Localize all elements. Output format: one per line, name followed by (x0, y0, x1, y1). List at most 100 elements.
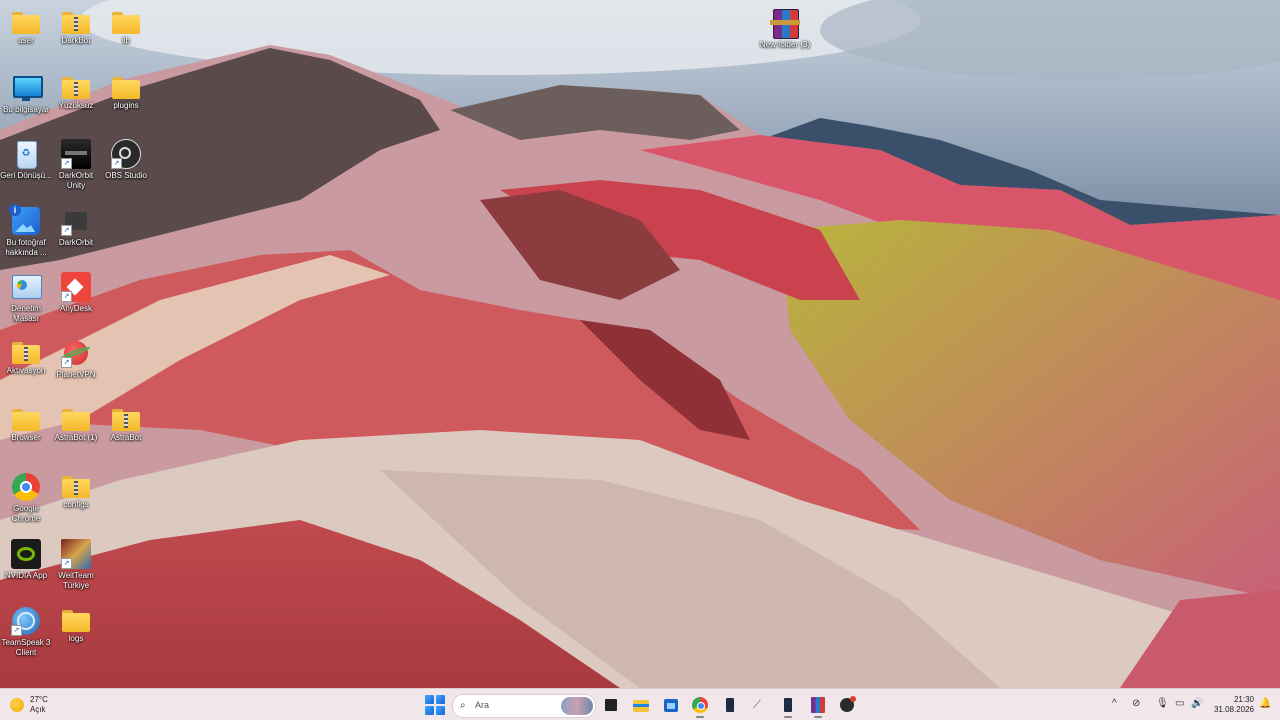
desktop-icon-control-panel[interactable]: Denetim Masası (0, 272, 52, 324)
desktop-icon-darkorbit-unity[interactable]: ↗ DarkOrbit Unity (50, 139, 102, 191)
search-placeholder: Ara (475, 700, 490, 710)
desktop-wallpaper (0, 0, 1280, 688)
desktop-icon-nvidia-app[interactable]: NVIDIA App (0, 539, 52, 581)
desktop-icon-new-folder-3[interactable]: New folder (3) (759, 8, 811, 50)
folder-icon (62, 409, 90, 431)
darkorbit-icon: ↗ (61, 139, 91, 169)
clock-time: 21:30 (1233, 695, 1254, 704)
clock[interactable]: 21:30 31.08.2026 (1208, 695, 1254, 715)
weather-widget[interactable]: 27°C Açık (10, 694, 48, 716)
windows-logo-icon (436, 695, 445, 704)
darkbot-icon[interactable] (837, 695, 857, 715)
icon-label: New folder (3) (759, 40, 811, 49)
icon-label: TeamSpeak 3 Client (1, 638, 51, 657)
recycle-bin-icon: ♻ (11, 139, 41, 169)
monitor-icon (11, 73, 43, 103)
desktop-icon-yuzuksuz[interactable]: Yüzüksüz (50, 73, 102, 111)
start-button[interactable] (425, 695, 445, 715)
desktop-icon-darkbot[interactable]: DarkBot (50, 8, 102, 46)
desktop-icon-plugins[interactable]: plugins (100, 73, 152, 111)
icon-label: Browser (11, 433, 41, 442)
desktop-icon-astrabot-1[interactable]: AstraBot (1) (50, 405, 102, 443)
desktop-icon-anydesk[interactable]: ↗ AnyDesk (50, 272, 102, 314)
weather-condition: Açık (30, 705, 46, 714)
search-box[interactable]: ⌕ Ara (452, 694, 596, 718)
chevron-up-icon[interactable]: ^ (1112, 698, 1117, 709)
shortcut-arrow-icon: ↗ (11, 625, 22, 636)
task-view-icon[interactable] (601, 695, 621, 715)
desktop-icon-planetvpn[interactable]: ↗ PlanetVPN (50, 338, 102, 380)
microphone-icon[interactable]: 🎙 (1156, 698, 1169, 709)
desktop-icon-obs-studio[interactable]: ↗ OBS Studio (100, 139, 152, 181)
search-icon: ⌕ (460, 700, 466, 711)
winrar-icon[interactable] (808, 695, 828, 718)
icon-label: AnyDesk (59, 304, 92, 313)
zip-folder-icon (62, 476, 90, 498)
desktop-icon-darkorbit[interactable]: ↗ DarkOrbit (50, 206, 102, 248)
anydesk-icon: ↗ (61, 272, 91, 302)
network-icon[interactable]: ⟋ (749, 695, 769, 715)
zip-folder-icon (62, 77, 90, 99)
chrome-icon[interactable] (690, 695, 710, 718)
icon-label: Yüzüksüz (58, 101, 94, 110)
chrome-icon (11, 472, 41, 502)
winrar-icon (770, 8, 800, 39)
shortcut-arrow-icon: ↗ (61, 357, 72, 368)
desktop-icon-configs[interactable]: configs (50, 472, 102, 510)
icon-label: DarkBot (61, 36, 91, 45)
icon-label: AstraBot (1) (54, 433, 98, 442)
store-icon[interactable] (661, 695, 681, 715)
icon-label: DarkOrbit Unity (58, 171, 94, 190)
network-off-icon[interactable]: ⊘ (1132, 698, 1140, 709)
icon-label: OBS Studio (105, 171, 147, 180)
desktop-icon-user[interactable]: user (0, 8, 52, 46)
desktop-icon-google-chrome[interactable]: Google Chrome (0, 472, 52, 524)
file-explorer-icon[interactable] (631, 695, 651, 715)
search-highlight-icon (561, 697, 593, 715)
zip-folder-icon (112, 409, 140, 431)
shortcut-arrow-icon: ↗ (61, 158, 72, 169)
desktop-icon-recycle-bin[interactable]: ♻ Geri Dönüşü... (0, 139, 52, 181)
shortcut-arrow-icon: ↗ (61, 225, 72, 236)
folder-icon (62, 610, 90, 632)
icon-label: Denetim Masası (11, 304, 41, 323)
weitteam-icon: ↗ (61, 539, 91, 569)
desktop-icon-aktivasyon[interactable]: Aktivasyon (0, 338, 52, 376)
windows-logo-icon (425, 695, 434, 704)
icon-label: lib (121, 36, 130, 45)
taskbar: 27°C Açık ⌕ Ara ⟋ ^ ⊘ 🎙 ▭ 🔊 21:30 31.08.… (0, 688, 1280, 720)
weather-temperature: 27°C (30, 695, 48, 704)
desktop-icon-this-pc[interactable]: Bu bilgisayar (0, 73, 52, 115)
nvidia-icon (11, 539, 41, 569)
desktop-icon-about-photo[interactable]: i Bu fotoğraf hakkında ... (0, 204, 52, 258)
desktop-icon-browser[interactable]: Browser (0, 405, 52, 443)
desktop-icon-weitteam[interactable]: ↗ WeitTeam Türkiye (50, 539, 102, 591)
desktop-icon-teamspeak[interactable]: ↗ TeamSpeak 3 Client (0, 606, 52, 658)
display-icon[interactable]: ▭ (1175, 698, 1184, 709)
zip-folder-icon (12, 342, 40, 364)
desktop-icon-logs[interactable]: logs (50, 606, 102, 644)
folder-icon (12, 12, 40, 34)
info-icon: i (9, 204, 41, 236)
volume-icon[interactable]: 🔊 (1191, 698, 1203, 709)
teamspeak-icon: ↗ (11, 606, 41, 636)
icon-label: Bu fotoğraf hakkında ... (5, 238, 47, 257)
clock-date: 31.08.2026 (1213, 705, 1254, 714)
darkorbit-icon: ↗ (61, 206, 91, 236)
icon-label: NVIDIA App (4, 571, 48, 580)
icon-label: WeitTeam Türkiye (58, 571, 94, 590)
desktop-icon-lib[interactable]: lib (100, 8, 152, 46)
icon-label: Google Chrome (11, 504, 41, 523)
desktop-icon-astrabot[interactable]: AstraBot (100, 405, 152, 443)
zip-folder-icon (62, 12, 90, 34)
app-icon[interactable] (720, 695, 740, 715)
icon-label: plugins (113, 101, 139, 110)
control-panel-icon (11, 272, 42, 302)
shortcut-arrow-icon: ↗ (61, 291, 72, 302)
shortcut-arrow-icon: ↗ (61, 558, 72, 569)
app-icon-2[interactable] (778, 695, 798, 718)
notification-icon[interactable]: 🔔 (1259, 698, 1271, 709)
icon-label: PlanetVPN (56, 370, 96, 379)
planetvpn-icon: ↗ (61, 338, 91, 368)
folder-icon (112, 12, 140, 34)
